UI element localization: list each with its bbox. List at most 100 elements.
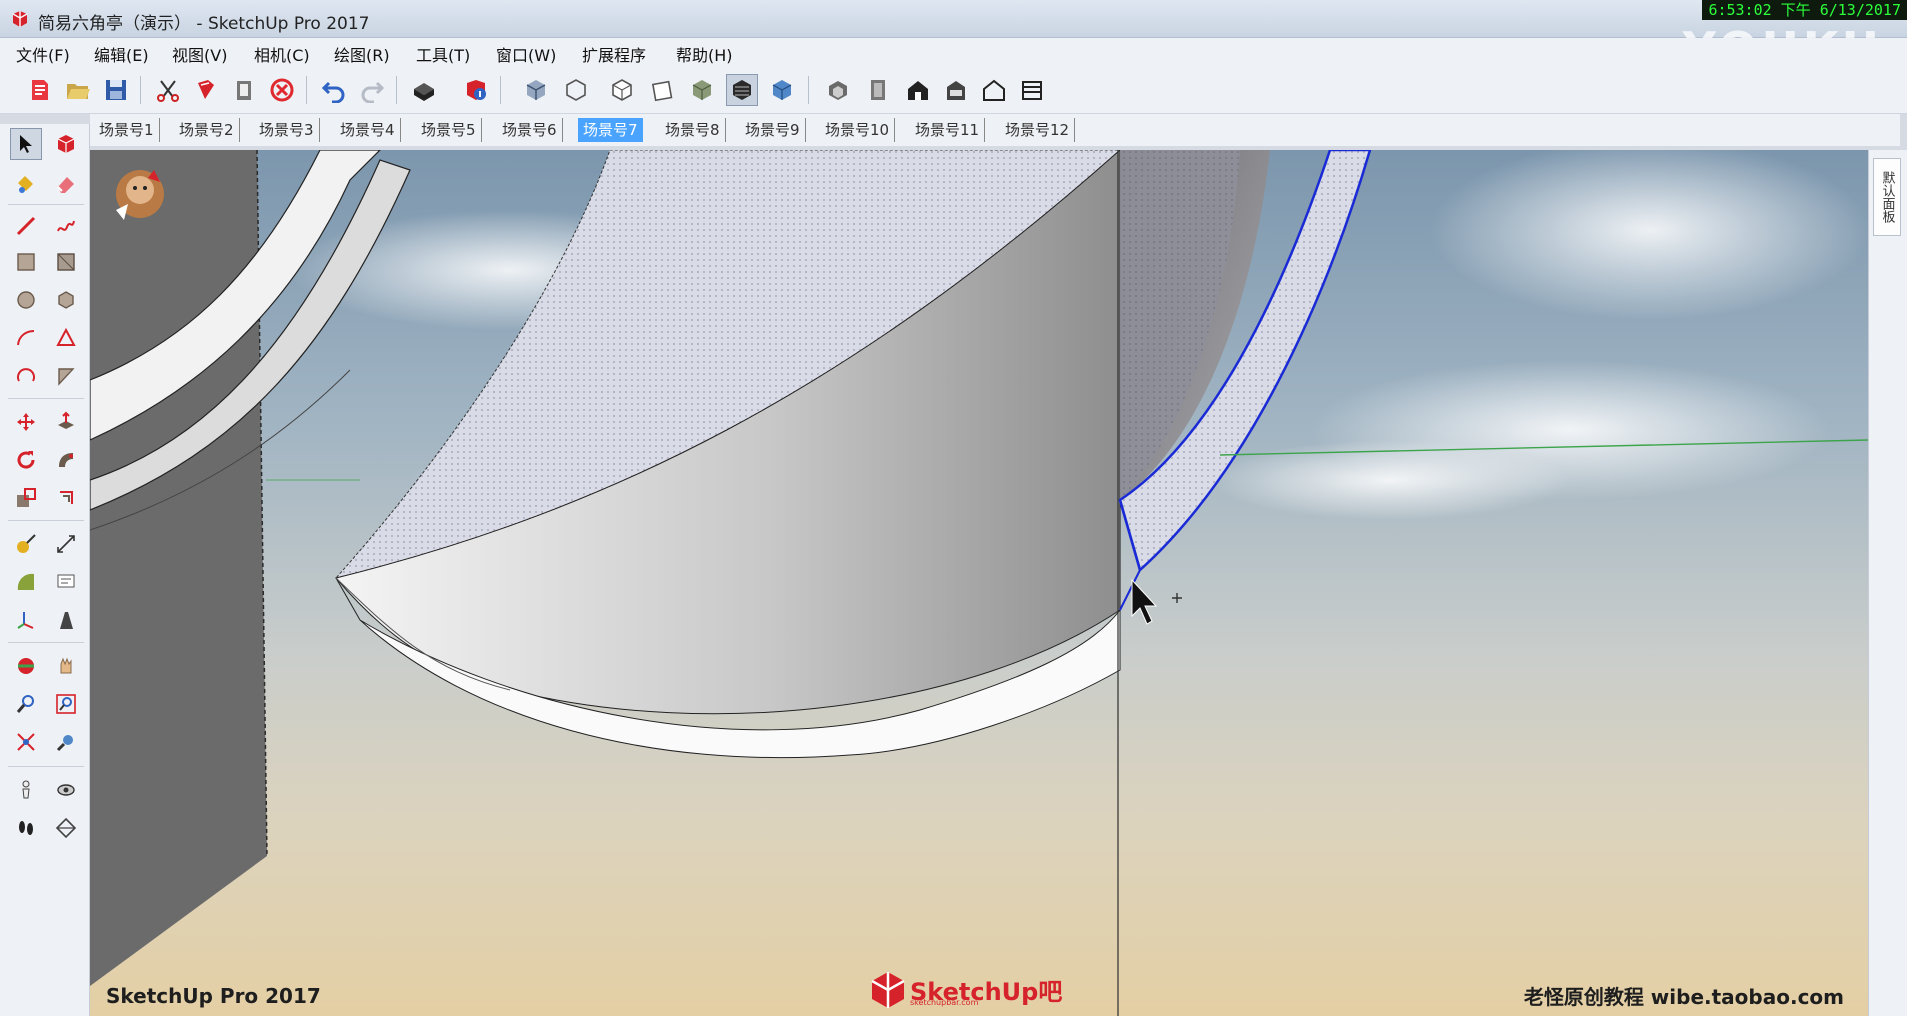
menu-help[interactable]: 帮助(H) <box>676 42 733 66</box>
zoom-icon[interactable] <box>10 688 42 720</box>
tape-measure-icon[interactable] <box>10 528 42 560</box>
rotated-rectangle-icon[interactable] <box>50 246 82 278</box>
print-icon[interactable] <box>408 74 440 106</box>
tab-scene-5[interactable]: 场景号5 <box>416 118 482 142</box>
shaded-textures-icon[interactable] <box>686 74 718 106</box>
sketchupbar-logo-url: sketchupbar.com <box>910 998 979 1007</box>
tab-scene-1[interactable]: 场景号1 <box>94 118 160 142</box>
xray-icon[interactable] <box>520 74 552 106</box>
dimension-icon[interactable] <box>50 528 82 560</box>
wireframe-icon[interactable] <box>560 74 592 106</box>
hidden-line-icon[interactable] <box>606 74 638 106</box>
default-tray: 默认面板 <box>1868 150 1907 1016</box>
tab-scene-3[interactable]: 场景号3 <box>254 118 320 142</box>
tab-scene-6[interactable]: 场景号6 <box>497 118 563 142</box>
move-icon[interactable] <box>10 406 42 438</box>
shaded-icon[interactable] <box>646 74 678 106</box>
back-view-icon[interactable] <box>978 74 1010 106</box>
freehand-icon[interactable] <box>50 210 82 242</box>
paste-icon[interactable] <box>228 74 260 106</box>
rotate-icon[interactable] <box>10 444 42 476</box>
menu-window[interactable]: 窗口(W) <box>496 42 556 66</box>
scale-icon[interactable] <box>10 482 42 514</box>
tab-scene-8[interactable]: 场景号8 <box>660 118 726 142</box>
main-toolbar <box>0 66 1907 114</box>
select-icon[interactable] <box>10 128 42 160</box>
menu-edit[interactable]: 编辑(E) <box>94 42 149 66</box>
pan-icon[interactable] <box>50 650 82 682</box>
3d-text-icon[interactable] <box>50 604 82 636</box>
tab-scene-7[interactable]: 场景号7 <box>578 118 643 142</box>
undo-icon[interactable] <box>318 74 350 106</box>
front-view-icon[interactable] <box>902 74 934 106</box>
toolbar-separator <box>396 76 397 104</box>
palette-divider <box>8 766 84 767</box>
circle-icon[interactable] <box>10 284 42 316</box>
new-model-icon[interactable] <box>24 74 56 106</box>
recording-clock: 6:53:02 下午 6/13/2017 <box>1702 0 1907 20</box>
zoom-extents-icon[interactable] <box>10 726 42 758</box>
open-icon[interactable] <box>62 74 94 106</box>
viewport-product-label: SketchUp Pro 2017 <box>106 984 321 1008</box>
tab-scene-12[interactable]: 场景号12 <box>1000 118 1076 142</box>
line-icon[interactable] <box>10 210 42 242</box>
menu-extensions[interactable]: 扩展程序 <box>582 42 646 66</box>
eraser-icon[interactable] <box>50 168 82 200</box>
back-edges-icon[interactable] <box>766 74 798 106</box>
tab-scene-2[interactable]: 场景号2 <box>174 118 240 142</box>
tab-scene-4[interactable]: 场景号4 <box>335 118 401 142</box>
tab-scene-11[interactable]: 场景号11 <box>910 118 986 142</box>
arc-icon[interactable] <box>10 322 42 354</box>
sketchup-app-icon <box>12 11 28 27</box>
right-view-icon[interactable] <box>940 74 972 106</box>
paint-bucket-icon[interactable] <box>10 168 42 200</box>
default-tray-tab[interactable]: 默认面板 <box>1873 158 1901 236</box>
left-view-icon[interactable] <box>1016 74 1048 106</box>
follow-me-icon[interactable] <box>50 444 82 476</box>
palette-divider <box>8 520 84 521</box>
push-pull-icon[interactable] <box>50 406 82 438</box>
sketchupbar-logo-icon <box>871 972 905 1008</box>
menu-camera[interactable]: 相机(C) <box>254 42 310 66</box>
zoom-window-icon[interactable] <box>50 688 82 720</box>
menu-tools[interactable]: 工具(T) <box>416 42 470 66</box>
section-plane-icon[interactable] <box>50 812 82 844</box>
model-info-icon[interactable] <box>460 74 492 106</box>
redo-icon[interactable] <box>356 74 388 106</box>
cut-icon[interactable] <box>152 74 184 106</box>
walk-icon[interactable] <box>10 812 42 844</box>
pie-icon[interactable] <box>50 360 82 392</box>
tab-scene-10[interactable]: 场景号10 <box>820 118 896 142</box>
avatar-icon <box>116 170 164 220</box>
position-camera-icon[interactable] <box>10 774 42 806</box>
toolbar-separator <box>808 76 809 104</box>
make-component-icon[interactable] <box>50 128 82 160</box>
offset-icon[interactable] <box>50 482 82 514</box>
protractor-icon[interactable] <box>10 566 42 598</box>
copy-icon[interactable] <box>190 74 222 106</box>
menu-view[interactable]: 视图(V) <box>172 42 227 66</box>
rectangle-icon[interactable] <box>10 246 42 278</box>
toolbar-separator <box>140 76 141 104</box>
tab-scene-9[interactable]: 场景号9 <box>740 118 806 142</box>
sketchup-window: 简易六角亭（演示） - SketchUp Pro 2017 6:53:02 下午… <box>0 0 1907 1016</box>
tool-palette <box>0 124 90 1016</box>
look-around-icon[interactable] <box>50 774 82 806</box>
polygon-icon[interactable] <box>50 284 82 316</box>
iso-view-icon[interactable] <box>822 74 854 106</box>
three-point-arc-icon[interactable] <box>10 360 42 392</box>
erase-icon[interactable] <box>266 74 298 106</box>
text-icon[interactable] <box>50 566 82 598</box>
model-viewport[interactable]: SketchUp Pro 2017 SketchUp吧 sketchupbar.… <box>90 150 1868 1016</box>
monochrome-icon[interactable] <box>726 74 758 106</box>
save-icon[interactable] <box>100 74 132 106</box>
top-view-icon[interactable] <box>862 74 894 106</box>
title-bar: 简易六角亭（演示） - SketchUp Pro 2017 6:53:02 下午… <box>0 0 1907 76</box>
menu-file[interactable]: 文件(F) <box>16 42 70 66</box>
previous-view-icon[interactable] <box>50 726 82 758</box>
menu-draw[interactable]: 绘图(R) <box>334 42 390 66</box>
axes-icon[interactable] <box>10 604 42 636</box>
orbit-icon[interactable] <box>10 650 42 682</box>
toolbar-separator <box>500 76 501 104</box>
two-point-arc-icon[interactable] <box>50 322 82 354</box>
